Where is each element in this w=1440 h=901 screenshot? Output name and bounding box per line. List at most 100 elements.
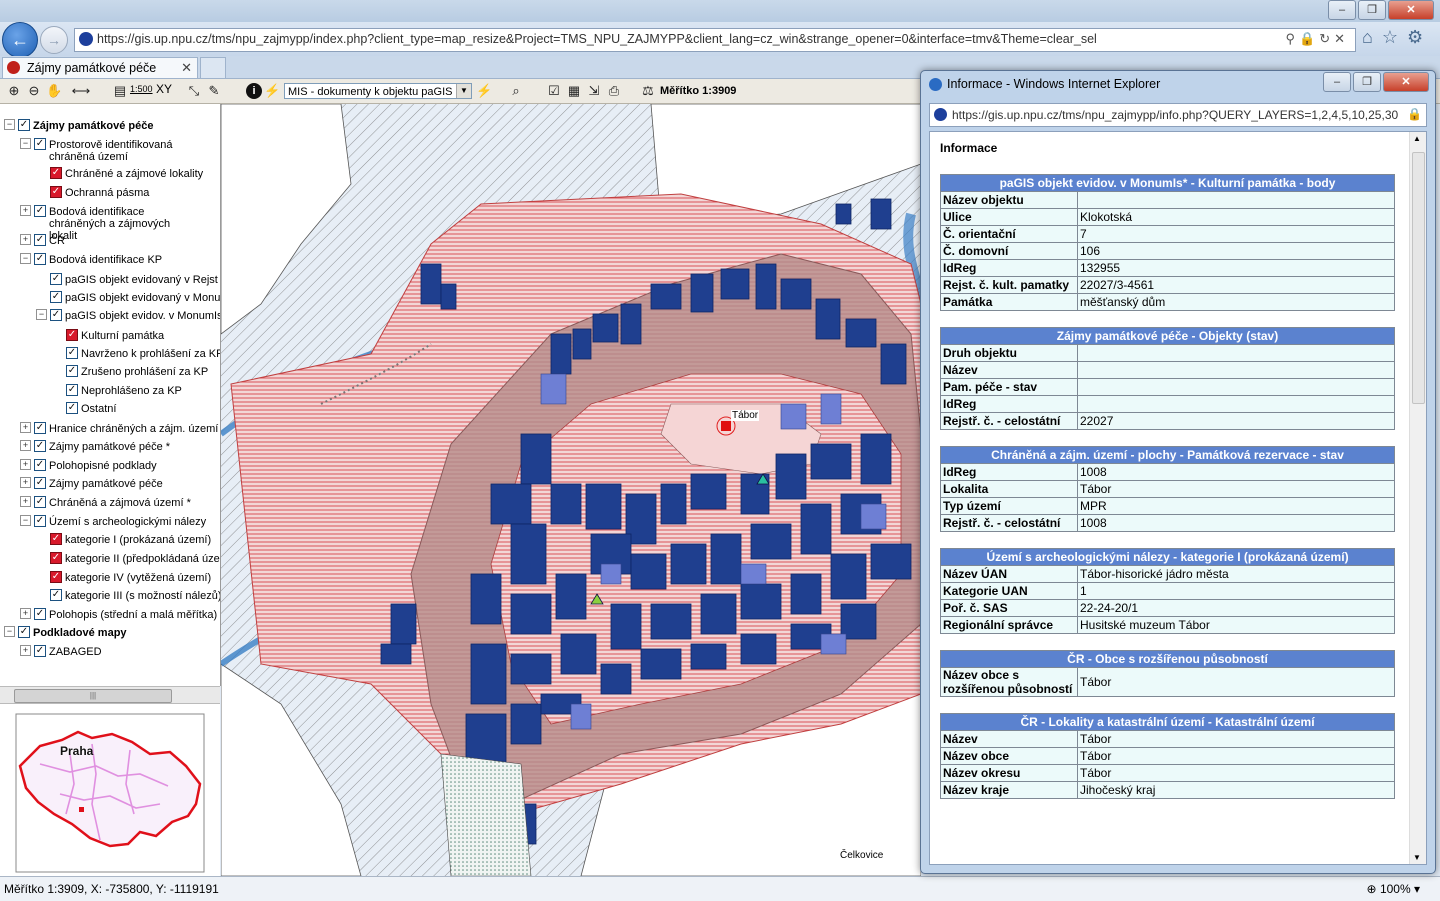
zoom-out-icon[interactable]: ⊖ (26, 83, 42, 99)
info-value: 7 (1077, 225, 1395, 243)
layer-checkbox[interactable]: ✓ (66, 347, 78, 359)
layer-checkbox[interactable]: ✓ (34, 253, 46, 265)
address-url[interactable]: https://gis.up.npu.cz/tms/npu_zajmypp/in… (97, 32, 1097, 46)
forward-button[interactable]: → (40, 26, 68, 54)
popup-url[interactable]: https://gis.up.npu.cz/tms/npu_zajmypp/in… (952, 108, 1398, 122)
table-row: Název obce s rozšířenou působností Tábor (940, 667, 1395, 697)
layer-checkbox[interactable]: ✓ (34, 496, 46, 508)
layer-checkbox[interactable]: ✓ (18, 119, 30, 131)
layer-checkbox[interactable]: ✓ (34, 234, 46, 246)
collapse-icon[interactable]: − (20, 515, 31, 526)
overview-map[interactable]: Praha (0, 703, 220, 877)
lightning-icon[interactable]: ⚡ (264, 83, 280, 99)
layer-tree-scrollbar[interactable]: ||| (0, 686, 220, 704)
zoom-in-icon[interactable]: ⊕ (6, 83, 22, 99)
expand-icon[interactable]: + (20, 440, 31, 451)
layer-checkbox[interactable]: ✓ (34, 422, 46, 434)
stop-icon: ✕ (1334, 31, 1349, 46)
coordinates-button[interactable]: XY (156, 82, 172, 96)
favorites-star-icon[interactable]: ☆ (1382, 27, 1407, 47)
address-bar[interactable]: https://gis.up.npu.cz/tms/npu_zajmypp/in… (74, 28, 1356, 52)
export-icon[interactable]: ⇲ (586, 83, 602, 99)
layer-checkbox[interactable]: ✓ (34, 459, 46, 471)
map-canvas[interactable]: Tábor Čelkovice (221, 104, 921, 876)
print-icon[interactable]: ⎙ (606, 83, 622, 99)
expand-icon[interactable]: + (20, 496, 31, 507)
info-value: měšťanský dům (1077, 293, 1395, 311)
tab-close-icon[interactable]: ✕ (181, 60, 192, 76)
home-icon[interactable]: ⌂ (1362, 27, 1382, 47)
expand-icon[interactable]: + (20, 645, 31, 656)
select-icon[interactable]: ▤ (112, 83, 128, 99)
collapse-icon[interactable]: − (20, 253, 31, 264)
address-tools[interactable]: ⚲🔒↻✕ (1285, 31, 1349, 47)
expand-icon[interactable]: + (20, 234, 31, 245)
pan-hand-icon[interactable]: ✋ (46, 83, 62, 99)
layer-label: Bodová identifikace KP (49, 254, 163, 266)
layer-checkbox[interactable]: ✓ (66, 329, 78, 341)
new-tab-button[interactable] (200, 57, 226, 78)
popup-scrollbar[interactable]: ▲ ▼ (1409, 132, 1426, 864)
layer-checkbox[interactable]: ✓ (50, 291, 62, 303)
full-extent-icon[interactable]: ⟷ (66, 83, 96, 99)
layer-checkbox[interactable]: ✓ (34, 477, 46, 489)
layer-checkbox[interactable]: ✓ (18, 626, 30, 638)
layer-checkbox[interactable]: ✓ (34, 138, 46, 150)
collapse-icon[interactable]: − (20, 138, 31, 149)
layer-checkbox[interactable]: ✓ (50, 533, 62, 545)
scale-ratio-button[interactable]: 1:500 (130, 84, 153, 94)
maximize-button[interactable]: ❐ (1358, 0, 1386, 20)
layer-checkbox[interactable]: ✓ (50, 571, 62, 583)
layer-checkbox[interactable]: ✓ (50, 186, 62, 198)
expand-icon[interactable]: + (20, 608, 31, 619)
popup-close-button[interactable]: ✕ (1383, 72, 1429, 92)
checklist-icon[interactable]: ☑ (546, 83, 562, 99)
layer-checkbox[interactable]: ✓ (50, 273, 62, 285)
gear-icon[interactable]: ⚙ (1407, 27, 1432, 47)
close-button[interactable]: ✕ (1388, 0, 1434, 20)
popup-minimize-button[interactable]: – (1323, 72, 1351, 92)
binoculars-icon[interactable]: ⌕ (508, 83, 524, 99)
table-icon[interactable]: ▦ (566, 83, 582, 99)
layer-checkbox[interactable]: ✓ (50, 167, 62, 179)
layer-checkbox[interactable]: ✓ (50, 309, 62, 321)
layer-checkbox[interactable]: ✓ (34, 645, 46, 657)
mis-documents-select[interactable]: MIS - dokumenty k objektu paGIS ▼ (284, 83, 472, 99)
expand-icon[interactable]: + (20, 477, 31, 488)
layer-label: Podkladové mapy (33, 627, 127, 639)
info-key: Památka (940, 293, 1078, 311)
expand-icon[interactable]: + (20, 459, 31, 470)
draw-icon[interactable]: ✎ (206, 83, 222, 99)
layer-checkbox[interactable]: ✓ (66, 365, 78, 377)
scroll-up-icon[interactable]: ▲ (1413, 134, 1421, 143)
info-key: Rejstř. č. - celostátní (940, 412, 1078, 430)
scroll-down-icon[interactable]: ▼ (1413, 853, 1421, 862)
chevron-down-icon[interactable]: ▼ (456, 84, 471, 98)
expand-icon[interactable]: + (20, 205, 31, 216)
back-button[interactable]: ← (2, 22, 38, 58)
layer-checkbox[interactable]: ✓ (34, 440, 46, 452)
info-section-title: paGIS objekt evidov. v MonumIs* - Kultur… (940, 174, 1395, 192)
layer-checkbox[interactable]: ✓ (34, 515, 46, 527)
popup-maximize-button[interactable]: ❐ (1353, 72, 1381, 92)
layer-checkbox[interactable]: ✓ (34, 205, 46, 217)
layer-label: kategorie I (prokázaná území) (65, 534, 212, 546)
layer-checkbox[interactable]: ✓ (50, 589, 62, 601)
measure-icon[interactable]: ⤡ (186, 83, 202, 99)
collapse-icon[interactable]: − (4, 626, 15, 637)
expand-icon[interactable]: + (20, 422, 31, 433)
popup-scroll-thumb[interactable] (1412, 152, 1425, 404)
info-icon[interactable]: i (246, 83, 262, 99)
minimize-button[interactable]: – (1328, 0, 1356, 20)
layer-checkbox[interactable]: ✓ (34, 608, 46, 620)
run-query-icon[interactable]: ⚡ (476, 83, 492, 99)
collapse-icon[interactable]: − (4, 119, 15, 130)
popup-address-bar[interactable]: https://gis.up.npu.cz/tms/npu_zajmypp/in… (929, 103, 1427, 127)
scrollbar-thumb[interactable]: ||| (14, 689, 172, 703)
tab-active[interactable]: Zájmy památkové péče ✕ (2, 57, 198, 78)
layer-checkbox[interactable]: ✓ (50, 552, 62, 564)
collapse-icon[interactable]: − (36, 309, 47, 320)
layer-checkbox[interactable]: ✓ (66, 402, 78, 414)
zoom-level[interactable]: ⊕ 100% ▾ (1367, 882, 1420, 896)
layer-checkbox[interactable]: ✓ (66, 384, 78, 396)
